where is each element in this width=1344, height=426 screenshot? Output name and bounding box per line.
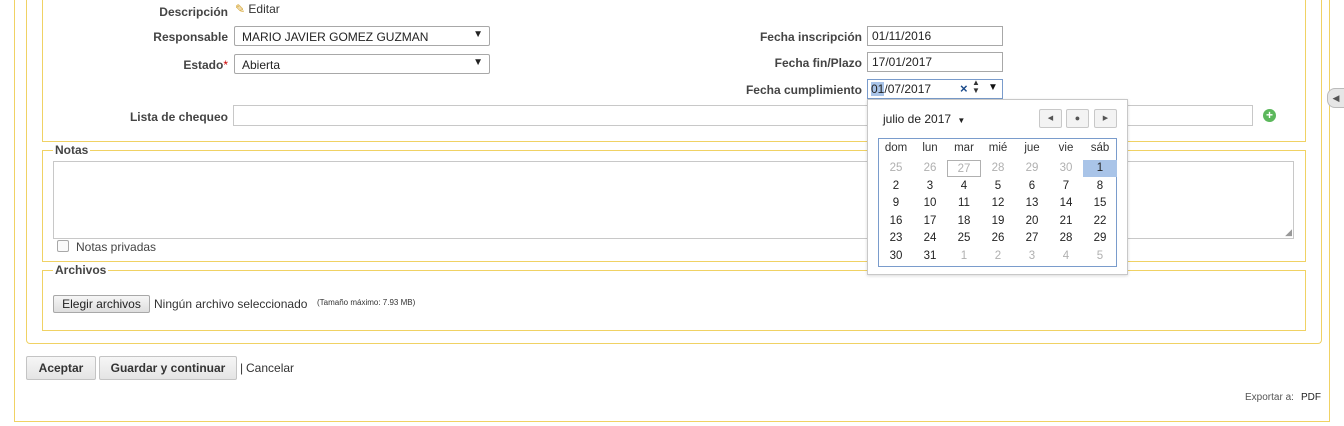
- calendar-day[interactable]: 27: [947, 160, 981, 177]
- chevron-down-icon: ▼: [473, 29, 483, 40]
- calendar-day[interactable]: 15: [1083, 195, 1117, 212]
- aceptar-button[interactable]: Aceptar: [26, 356, 96, 380]
- prev-month-button[interactable]: ◀: [1039, 109, 1062, 128]
- date-day-segment[interactable]: 01: [871, 82, 885, 96]
- responsable-select[interactable]: MARIO JAVIER GOMEZ GUZMAN ▼: [234, 26, 490, 46]
- fecha-cumplimiento-input[interactable]: 01/07/2017 × ▲ ▼ ▼: [867, 79, 1003, 99]
- calendar-day[interactable]: 25: [947, 230, 981, 247]
- calendar-day[interactable]: 10: [913, 195, 947, 212]
- calendar-day[interactable]: 14: [1049, 195, 1083, 212]
- chevron-down-icon: ▼: [473, 57, 483, 68]
- calendar-day[interactable]: 27: [1015, 230, 1049, 247]
- calendar-day[interactable]: 29: [1015, 160, 1049, 177]
- notas-privadas-checkbox[interactable]: [57, 240, 69, 252]
- calendar-day[interactable]: 12: [981, 195, 1015, 212]
- pencil-icon: ✎: [235, 2, 246, 16]
- calendar-day[interactable]: 2: [981, 248, 1015, 265]
- max-size-label: (Tamaño máximo: 7.93 MB): [317, 298, 416, 307]
- calendar-day[interactable]: 11: [947, 195, 981, 212]
- weekday-header: mar: [954, 142, 974, 154]
- estado-label-text: Estado: [183, 58, 224, 72]
- calendar-day[interactable]: 30: [1049, 160, 1083, 177]
- lista-chequeo-label: Lista de chequeo: [129, 110, 228, 124]
- next-month-button[interactable]: ▶: [1094, 109, 1117, 128]
- calendar-day[interactable]: 13: [1015, 195, 1049, 212]
- calendar-day[interactable]: 26: [913, 160, 947, 177]
- estado-value: Abierta: [242, 58, 281, 72]
- today-button[interactable]: ●: [1066, 109, 1089, 128]
- estado-label: Estado*: [120, 58, 228, 72]
- calendar-day[interactable]: 22: [1083, 213, 1117, 230]
- calendar-day[interactable]: 2: [879, 178, 913, 195]
- weekday-header: dom: [884, 142, 908, 154]
- calendar-day[interactable]: 26: [981, 230, 1015, 247]
- resize-handle-icon[interactable]: ◢: [1285, 227, 1292, 238]
- calendar-day[interactable]: 18: [947, 213, 981, 230]
- calendar-day[interactable]: 16: [879, 213, 913, 230]
- calendar-day[interactable]: 21: [1049, 213, 1083, 230]
- spinner-icon[interactable]: ▲ ▼: [972, 79, 980, 95]
- calendar-day[interactable]: 5: [1083, 248, 1117, 265]
- calendar-day[interactable]: 3: [913, 178, 947, 195]
- calendar-day[interactable]: 8: [1083, 178, 1117, 195]
- fecha-cumplimiento-label: Fecha cumplimiento: [745, 83, 862, 97]
- weekday-header: sáb: [1090, 142, 1110, 154]
- pdf-link[interactable]: PDF: [1301, 392, 1321, 403]
- calendar-day[interactable]: 1: [1083, 160, 1117, 177]
- notas-privadas-label[interactable]: Notas privadas: [76, 240, 156, 254]
- calendar-day[interactable]: 28: [981, 160, 1015, 177]
- estado-select[interactable]: Abierta ▼: [234, 54, 490, 74]
- actions-separator: |: [240, 361, 244, 375]
- calendar-day[interactable]: 29: [1083, 230, 1117, 247]
- no-file-label: Ningún archivo seleccionado: [154, 297, 308, 311]
- sidebar-toggle-icon[interactable]: ◀: [1327, 88, 1344, 108]
- calendar-day[interactable]: 28: [1049, 230, 1083, 247]
- edit-description-link[interactable]: ✎ Editar: [235, 2, 280, 16]
- weekday-header: vie: [1058, 142, 1074, 154]
- caret-down-icon: ▼: [957, 116, 966, 125]
- responsable-label: Responsable: [153, 30, 228, 44]
- fecha-fin-label: Fecha fin/Plazo: [774, 56, 862, 70]
- calendar-dropdown-icon[interactable]: ▼: [988, 82, 998, 93]
- clear-date-icon[interactable]: ×: [960, 81, 968, 96]
- weekday-header: jue: [1024, 142, 1040, 154]
- fecha-fin-input[interactable]: 17/01/2017: [867, 52, 1003, 72]
- responsable-value: MARIO JAVIER GOMEZ GUZMAN: [242, 30, 429, 44]
- calendar-day[interactable]: 9: [879, 195, 913, 212]
- required-marker: *: [223, 58, 228, 72]
- calendar-day[interactable]: 3: [1015, 248, 1049, 265]
- exportar-label: Exportar a:: [1245, 392, 1294, 403]
- calendar-day[interactable]: 24: [913, 230, 947, 247]
- calendar-day[interactable]: 19: [981, 213, 1015, 230]
- archivos-legend: Archivos: [53, 263, 109, 277]
- fecha-inscripcion-input[interactable]: 01/11/2016: [867, 26, 1003, 46]
- calendar-day[interactable]: 7: [1049, 178, 1083, 195]
- calendar-day[interactable]: 31: [913, 248, 947, 265]
- calendar-day[interactable]: 20: [1015, 213, 1049, 230]
- month-label: julio de 2017: [883, 112, 952, 126]
- editar-label: Editar: [248, 2, 280, 16]
- descripcion-label: Descripción: [159, 5, 228, 19]
- calendar-day[interactable]: 23: [879, 230, 913, 247]
- guardar-continuar-button[interactable]: Guardar y continuar: [99, 356, 237, 380]
- calendar-day[interactable]: 30: [879, 248, 913, 265]
- weekday-header: lun: [922, 142, 938, 154]
- choose-files-button[interactable]: Elegir archivos: [53, 295, 150, 313]
- calendar-day[interactable]: 17: [913, 213, 947, 230]
- cancelar-link[interactable]: Cancelar: [246, 361, 294, 375]
- weekday-header: mié: [988, 142, 1008, 154]
- add-checklist-icon[interactable]: +: [1263, 109, 1276, 122]
- calendar-body: dom lun mar mié jue vie sáb 25 26 27 28 29 30 1 2 3 4 5 6 7…: [879, 139, 1117, 266]
- date-rest-segment[interactable]: /07/2017: [884, 82, 931, 96]
- calendar-day[interactable]: 6: [1015, 178, 1049, 195]
- calendar-day[interactable]: 4: [947, 178, 981, 195]
- calendar-day[interactable]: 4: [1049, 248, 1083, 265]
- notas-legend: Notas: [53, 143, 91, 157]
- calendar-day[interactable]: 25: [879, 160, 913, 177]
- month-selector[interactable]: julio de 2017 ▼: [883, 112, 965, 126]
- calendar-day[interactable]: 5: [981, 178, 1015, 195]
- calendar-day[interactable]: 1: [947, 248, 981, 265]
- fecha-inscripcion-label: Fecha inscripción: [759, 30, 862, 44]
